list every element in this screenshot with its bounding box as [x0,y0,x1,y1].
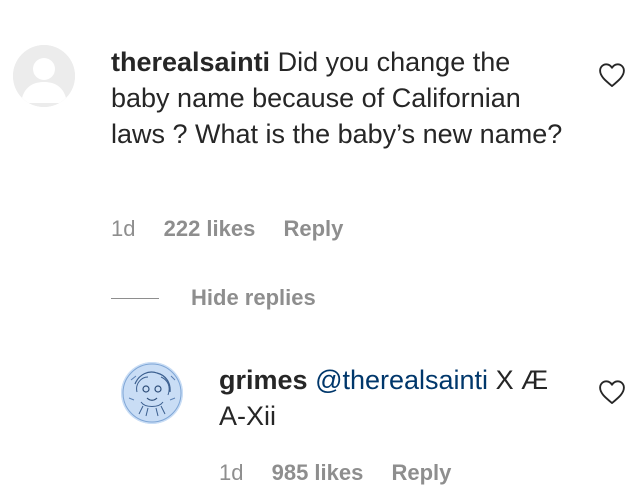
reply-body: grimes @therealsainti X Æ A-Xii [219,362,579,434]
hide-replies-label: Hide replies [191,285,316,310]
comment-like-button[interactable] [598,62,626,88]
reply-time: 1d [219,460,244,485]
default-avatar-icon [13,45,75,107]
reply-reply-button[interactable]: Reply [391,460,451,485]
reply-likes[interactable]: 985 likes [272,460,364,485]
reply-like-button[interactable] [598,379,626,405]
divider-line [111,297,159,299]
comment-meta: 1d 222 likes Reply [111,216,343,242]
comment-reply-button[interactable]: Reply [283,216,343,241]
commenter-avatar[interactable] [13,45,75,107]
reply-avatar[interactable] [121,362,183,424]
heart-outline-icon [599,380,625,405]
comment-likes[interactable]: 222 likes [164,216,256,241]
comment-time: 1d [111,216,136,241]
reply-username[interactable]: grimes [219,365,308,395]
sketch-avatar-icon [121,362,183,424]
heart-outline-icon [599,63,625,88]
comment-username[interactable]: therealsainti [111,47,270,77]
hide-replies-button[interactable]: Hide replies [111,283,316,313]
reply-meta: 1d 985 likes Reply [219,460,451,486]
reply-mention[interactable]: @therealsainti [315,365,488,395]
comment-body: therealsainti Did you change the baby na… [111,44,571,152]
